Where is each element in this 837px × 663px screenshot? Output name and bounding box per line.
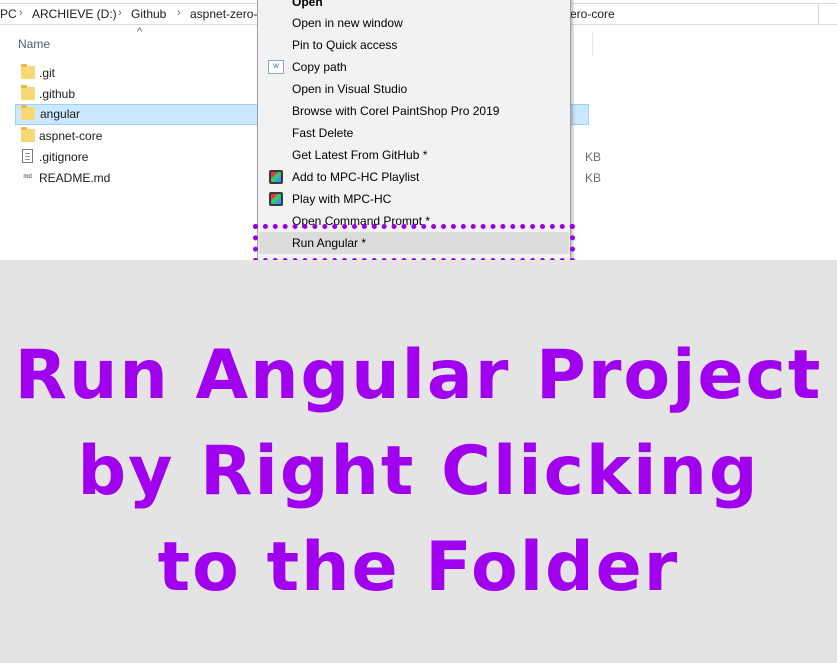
menu-item-label: Get Latest From GitHub * (292, 148, 428, 162)
menu-item-add-mpc-playlist[interactable]: Add to MPC-HC Playlist (259, 166, 569, 188)
menu-item-get-latest-github[interactable]: Get Latest From GitHub * (259, 144, 569, 166)
caption-line-1: Run Angular Project (14, 336, 823, 415)
menu-item-pin-quick-access[interactable]: Pin to Quick access (259, 34, 569, 56)
menu-item-copy-path[interactable]: W Copy path (259, 56, 569, 78)
menu-item-open-command-prompt[interactable]: Open Command Prompt * (259, 210, 569, 232)
sort-ascending-icon: ^ (137, 26, 143, 38)
file-name: .github (39, 87, 76, 101)
markdown-file-icon: md (22, 172, 33, 183)
menu-item-label: Browse with Corel PaintShop Pro 2019 (292, 104, 500, 118)
caption-panel: Run Angular Project by Right Clicking to… (0, 260, 837, 663)
chevron-right-icon: › (177, 7, 181, 19)
menu-item-label: Open (292, 0, 323, 9)
menu-item-label: Open in Visual Studio (292, 82, 408, 96)
menu-item-label: Pin to Quick access (292, 38, 398, 52)
mpc-hc-icon (269, 192, 283, 206)
breadcrumb-drive[interactable]: ARCHIEVE (D:) (32, 7, 117, 21)
column-divider[interactable] (592, 33, 593, 55)
breadcrumb-pc[interactable]: PC (0, 7, 17, 21)
file-name: angular (40, 107, 81, 121)
breadcrumb-aspnet-zero[interactable]: aspnet-zero- (190, 7, 257, 21)
caption-line-2: by Right Clicking (77, 432, 760, 511)
copy-path-icon: W (268, 60, 284, 74)
text-file-icon (22, 149, 33, 163)
menu-item-fast-delete[interactable]: Fast Delete (259, 122, 569, 144)
folder-icon (21, 127, 35, 142)
menu-item-open-new-window[interactable]: Open in new window (259, 12, 569, 34)
menu-item-browse-paintshop[interactable]: Browse with Corel PaintShop Pro 2019 (259, 100, 569, 122)
breadcrumb-zero-core[interactable]: zero-core (564, 7, 615, 21)
breadcrumb-github[interactable]: Github (131, 7, 166, 21)
file-explorer-window: PC › ARCHIEVE (D:) › Github › aspnet-zer… (0, 0, 837, 260)
folder-icon (21, 64, 35, 79)
file-size: KB (585, 171, 602, 185)
menu-item-label: Open Command Prompt * (292, 214, 431, 228)
refresh-button[interactable] (818, 3, 837, 25)
menu-item-label: Open in new window (292, 16, 403, 30)
menu-item-run-angular[interactable]: Run Angular * (259, 232, 569, 254)
folder-icon (21, 85, 35, 100)
folder-icon (21, 105, 35, 120)
menu-item-label: Play with MPC-HC (292, 192, 392, 206)
menu-item-label: Run Angular * (292, 236, 367, 250)
file-name: aspnet-core (39, 129, 103, 143)
caption-line-3: to the Folder (157, 528, 680, 607)
file-name: .gitignore (39, 150, 89, 164)
mpc-hc-icon (269, 170, 283, 184)
file-size: KB (585, 150, 602, 164)
context-menu: Open Open in new window Pin to Quick acc… (257, 0, 571, 260)
file-name: .git (39, 66, 56, 80)
chevron-right-icon: › (19, 7, 23, 19)
column-header-name[interactable]: Name (18, 37, 50, 51)
menu-item-open-visual-studio[interactable]: Open in Visual Studio (259, 78, 569, 100)
menu-item-play-mpc[interactable]: Play with MPC-HC (259, 188, 569, 210)
file-name: README.md (39, 171, 111, 185)
menu-item-label: Add to MPC-HC Playlist (292, 170, 420, 184)
chevron-right-icon: › (118, 7, 122, 19)
menu-item-label: Copy path (292, 60, 347, 74)
menu-item-label: Fast Delete (292, 126, 354, 140)
